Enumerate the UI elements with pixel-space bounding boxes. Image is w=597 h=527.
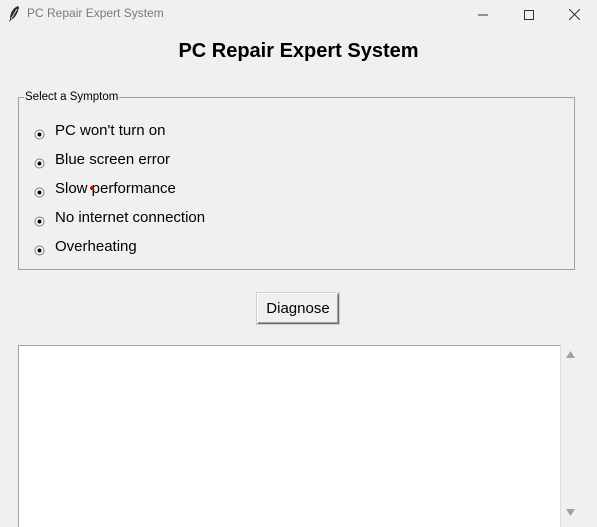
minimize-icon (478, 5, 488, 24)
close-icon (568, 5, 580, 24)
maximize-icon (524, 5, 534, 24)
diagnosis-output[interactable] (18, 345, 561, 527)
radio-label: Slow performance (55, 179, 176, 197)
radio-dot-icon (34, 154, 45, 168)
radio-label: Blue screen error (55, 150, 171, 168)
radio-dot-icon (34, 183, 45, 197)
feather-icon (7, 5, 21, 23)
output-scrollbar[interactable] (561, 345, 579, 527)
cursor-dot (90, 186, 94, 190)
symptom-radio-blue-screen[interactable]: Blue screen error (34, 148, 170, 170)
symptom-radio-no-power[interactable]: PC won't turn on (34, 119, 165, 141)
radio-label: No internet connection (55, 208, 206, 226)
maximize-button[interactable] (506, 0, 552, 28)
minimize-button[interactable] (460, 0, 506, 28)
symptom-radio-no-internet[interactable]: No internet connection (34, 206, 205, 228)
radio-label: PC won't turn on (55, 121, 166, 139)
title-bar: PC Repair Expert System (0, 0, 597, 28)
symptom-group-label: Select a Symptom (24, 91, 120, 103)
scroll-down-icon[interactable] (561, 505, 579, 519)
window-title: PC Repair Expert System (27, 6, 164, 20)
symptom-radio-overheating[interactable]: Overheating (34, 235, 137, 257)
radio-dot-icon (34, 125, 45, 139)
close-button[interactable] (551, 0, 597, 28)
radio-dot-icon (34, 241, 45, 255)
page-title: PC Repair Expert System (178, 40, 419, 62)
diagnose-button[interactable]: Diagnose (257, 293, 339, 324)
scroll-up-icon[interactable] (561, 347, 579, 361)
symptom-radio-slow-performance[interactable]: Slow performance (34, 177, 176, 199)
radio-dot-icon (34, 212, 45, 226)
radio-label: Overheating (55, 237, 137, 255)
